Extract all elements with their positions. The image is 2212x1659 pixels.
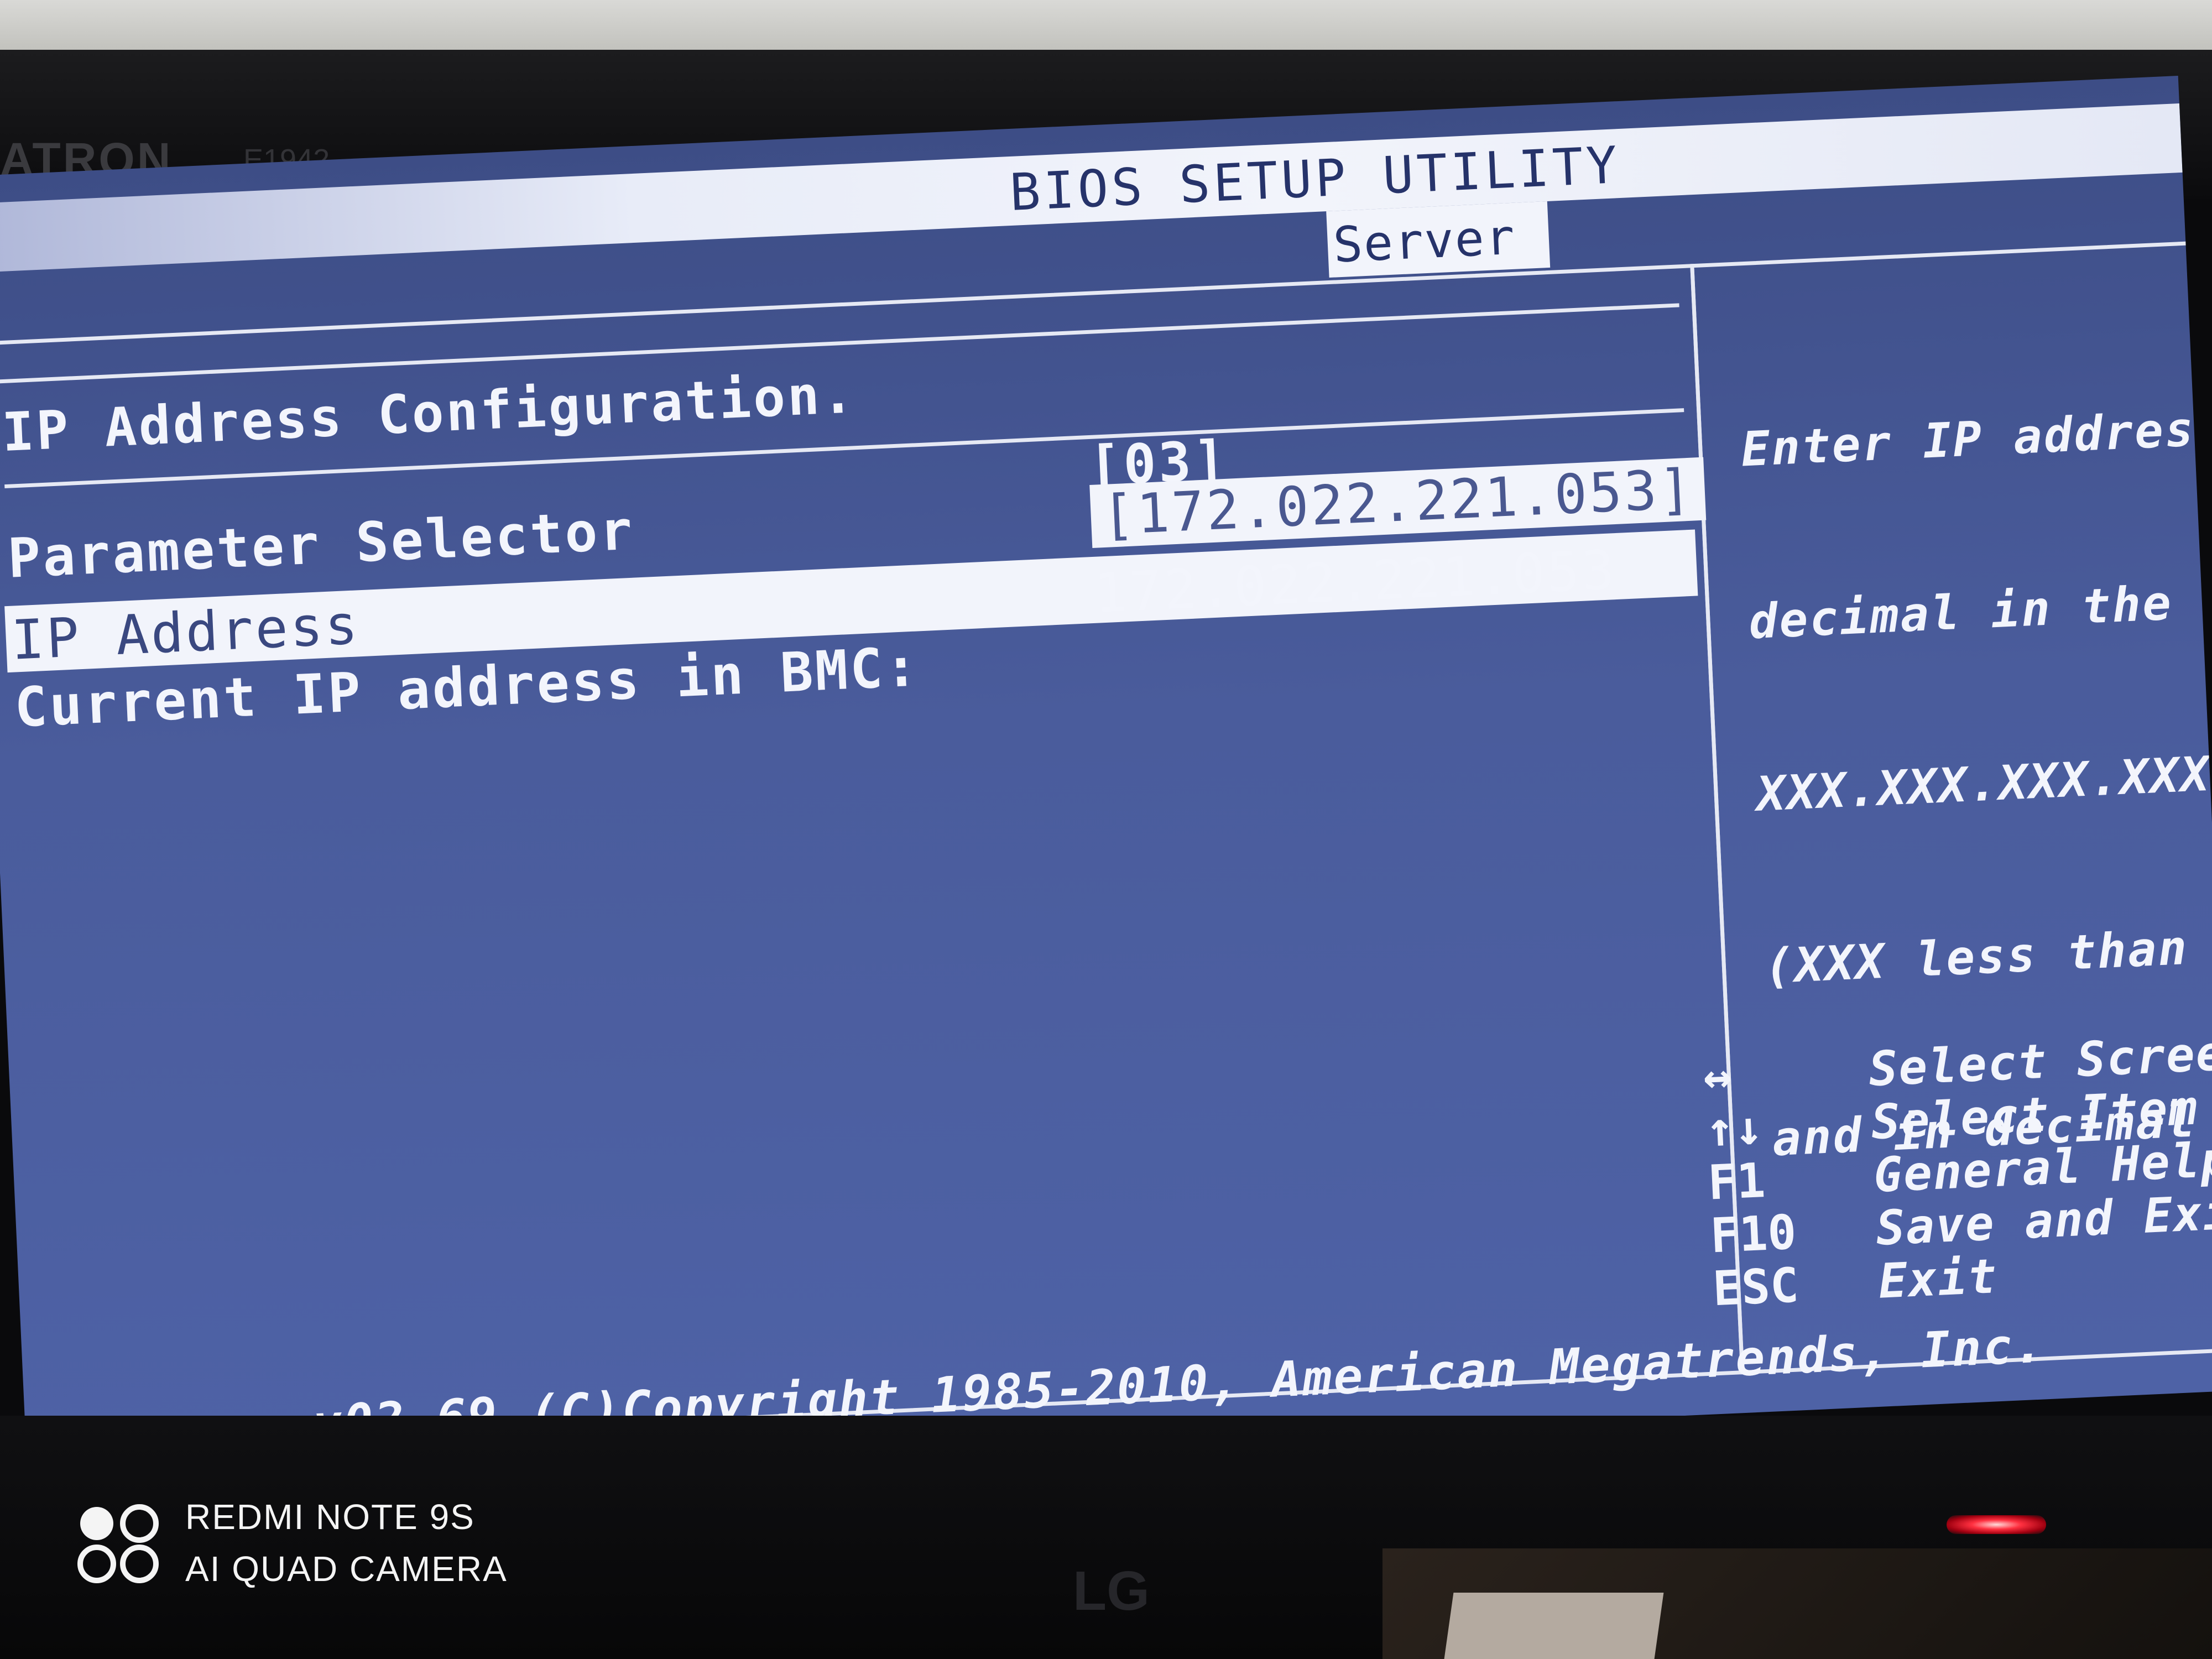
power-led-icon — [1947, 1515, 2046, 1534]
arrows-up-down-icon: ↑↓ — [1704, 1100, 1764, 1158]
desk-object — [1444, 1593, 1664, 1659]
help-line: XXX.XXX.XXX.XXX — [1755, 746, 2212, 822]
help-line: Enter IP address — [1740, 400, 2212, 478]
photo-scene: ATRON E1942 BIOS SETUP UTILITY Server IP… — [0, 0, 2212, 1659]
key-description: Exit — [1877, 1249, 1999, 1310]
tab-server[interactable]: Server — [1326, 201, 1551, 278]
camera-watermark: REDMI NOTE 9S AI QUAD CAMERA — [72, 1493, 625, 1604]
key-name: F10 — [1709, 1204, 1798, 1264]
key-name: F1 — [1707, 1152, 1767, 1211]
key-legend: ↔ Select Screen ↑↓ Select Item F1 Genera… — [1702, 1025, 2212, 1317]
key-name: ESC — [1712, 1258, 1800, 1317]
watermark-device: REDMI NOTE 9S — [185, 1497, 475, 1537]
monitor-logo: LG — [1073, 1560, 1150, 1622]
arrows-left-right-icon: ↔ — [1702, 1048, 1733, 1105]
bios-screen: BIOS SETUP UTILITY Server IP Address Con… — [0, 76, 2212, 1491]
camera-logo-icon — [77, 1504, 159, 1583]
help-line: (XXX less than 25 — [1763, 920, 2190, 995]
help-line: decimal in the f — [1747, 572, 2212, 650]
watermark-camera: AI QUAD CAMERA — [185, 1549, 508, 1589]
